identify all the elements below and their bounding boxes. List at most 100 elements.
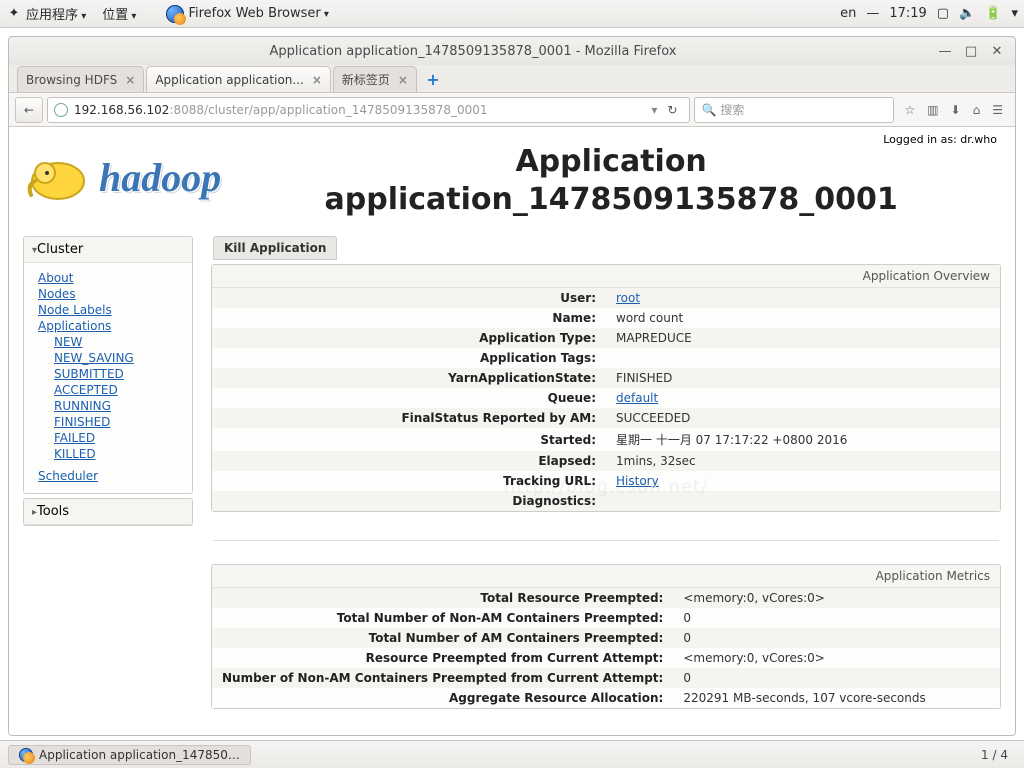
page-title: Application application_1478509135878_00… [221, 143, 1001, 218]
overview-val-started: 星期一 十一月 07 17:17:22 +0800 2016 [606, 428, 1000, 451]
overview-key-type: Application Type: [212, 328, 606, 348]
application-overview-panel: Application Overview http://blog.csdn.ne… [211, 264, 1001, 512]
menu-applications[interactable]: 应用程序 [26, 4, 86, 23]
sidebar-link-accepted[interactable]: ACCEPTED [54, 383, 118, 397]
sidebar-link-finished[interactable]: FINISHED [54, 415, 110, 429]
window-titlebar: Application application_1478509135878_00… [9, 37, 1015, 65]
firefox-launcher-label[interactable]: Firefox Web Browser [188, 6, 329, 21]
overview-key-user: User: [212, 288, 606, 308]
overview-key-queue: Queue: [212, 388, 606, 408]
hadoop-logo[interactable]: hadoop [23, 151, 221, 205]
sidebar-link-node-labels[interactable]: Node Labels [38, 303, 112, 317]
home-icon[interactable]: ⌂ [973, 103, 981, 117]
section-divider [213, 540, 999, 546]
tab-application[interactable]: Application application... × [146, 66, 331, 92]
overview-val-final: SUCCEEDED [606, 408, 1000, 428]
overview-val-name: word count [606, 308, 1000, 328]
search-icon: 🔍 [701, 103, 716, 117]
metrics-key: Aggregate Resource Allocation: [212, 688, 673, 708]
library-icon[interactable]: ▥ [927, 103, 938, 117]
battery-icon[interactable]: 🔋 [985, 6, 1001, 21]
overview-key-name: Name: [212, 308, 606, 328]
sidebar: Cluster About Nodes Node Labels Applicat… [23, 236, 193, 735]
sidebar-link-running[interactable]: RUNNING [54, 399, 111, 413]
bookmark-star-icon[interactable]: ☆ [904, 103, 915, 117]
metrics-val: 0 [673, 668, 1000, 688]
sidebar-link-killed[interactable]: KILLED [54, 447, 96, 461]
url-dropdown-icon[interactable]: ▾ [647, 103, 661, 117]
hadoop-page: Logged in as: dr.who hadoop Application … [9, 127, 1015, 735]
reload-button[interactable]: ↻ [661, 103, 683, 117]
window-close-button[interactable]: ✕ [987, 42, 1007, 60]
nav-toolbar: ← 192.168.56.102:8088/cluster/app/applic… [9, 93, 1015, 127]
tab-browsing-hdfs[interactable]: Browsing HDFS × [17, 66, 144, 92]
firefox-icon [19, 748, 33, 762]
tab-close-icon[interactable]: × [312, 73, 322, 87]
sidebar-link-new-saving[interactable]: NEW_SAVING [54, 351, 134, 365]
hamburger-menu-icon[interactable]: ☰ [992, 103, 1003, 117]
tab-label: Application application... [155, 73, 304, 87]
back-button[interactable]: ← [15, 97, 43, 123]
search-placeholder: 搜索 [720, 101, 744, 118]
login-status: Logged in as: dr.who [883, 133, 997, 146]
url-text: 192.168.56.102:8088/cluster/app/applicat… [74, 103, 647, 117]
overview-val-user[interactable]: root [616, 291, 640, 305]
sidebar-link-failed[interactable]: FAILED [54, 431, 95, 445]
metrics-val: 0 [673, 608, 1000, 628]
overview-key-started: Started: [212, 428, 606, 451]
overview-val-elapsed: 1mins, 32sec [606, 451, 1000, 471]
tab-label: 新标签页 [342, 71, 390, 88]
tab-close-icon[interactable]: × [125, 73, 135, 87]
tab-close-icon[interactable]: × [398, 73, 408, 87]
tab-newtab[interactable]: 新标签页 × [333, 66, 417, 92]
overview-key-tags: Application Tags: [212, 348, 606, 368]
metrics-key: Total Number of AM Containers Preempted: [212, 628, 673, 648]
sidebar-cluster-box: Cluster About Nodes Node Labels Applicat… [23, 236, 193, 494]
sidebar-link-submitted[interactable]: SUBMITTED [54, 367, 124, 381]
downloads-icon[interactable]: ⬇ [951, 103, 961, 117]
kill-application-button[interactable]: Kill Application [213, 236, 337, 260]
clock: 17:19 [889, 6, 926, 21]
menu-places[interactable]: 位置 [102, 4, 136, 23]
workspace-pager[interactable]: 1 / 4 [973, 748, 1016, 762]
metrics-val: 0 [673, 628, 1000, 648]
overview-val-queue[interactable]: default [616, 391, 658, 405]
sidebar-link-about[interactable]: About [38, 271, 73, 285]
sidebar-cluster-header[interactable]: Cluster [24, 237, 192, 263]
overview-val-state: FINISHED [606, 368, 1000, 388]
overview-panel-header: Application Overview [212, 265, 1000, 288]
window-maximize-button[interactable]: □ [961, 42, 981, 60]
sidebar-link-scheduler[interactable]: Scheduler [38, 469, 98, 483]
volume-icon[interactable]: 🔈 [959, 6, 975, 21]
sidebar-link-nodes[interactable]: Nodes [38, 287, 76, 301]
taskbar-running-app[interactable]: Application application_147850… [8, 745, 251, 765]
overview-val-tracking[interactable]: History [616, 474, 659, 488]
metrics-val: <memory:0, vCores:0> [673, 648, 1000, 668]
main-content: Kill Application Application Overview ht… [211, 236, 1001, 735]
universal-access-icon[interactable]: — [866, 6, 879, 21]
hadoop-elephant-icon [23, 151, 93, 205]
overview-key-elapsed: Elapsed: [212, 451, 606, 471]
desktop-top-panel: ✦ 应用程序 位置 Firefox Web Browser en — 17:19… [0, 0, 1024, 28]
page-viewport[interactable]: Logged in as: dr.who hadoop Application … [9, 127, 1015, 735]
sidebar-tools-header[interactable]: Tools [24, 499, 192, 525]
power-menu-icon[interactable]: ▾ [1011, 6, 1018, 21]
window-minimize-button[interactable]: — [935, 42, 955, 60]
sidebar-link-applications[interactable]: Applications [38, 319, 111, 333]
metrics-val: 220291 MB-seconds, 107 vcore-seconds [673, 688, 1000, 708]
display-icon[interactable]: ▢ [937, 6, 949, 21]
window-title: Application application_1478509135878_00… [17, 44, 929, 59]
metrics-key: Number of Non-AM Containers Preempted fr… [212, 668, 673, 688]
search-box[interactable]: 🔍 搜索 [694, 97, 894, 123]
desktop-taskbar: Application application_147850… 1 / 4 [0, 740, 1024, 768]
overview-key-tracking: Tracking URL: [212, 471, 606, 491]
language-indicator[interactable]: en [840, 6, 856, 21]
firefox-icon[interactable] [166, 5, 184, 23]
metrics-key: Resource Preempted from Current Attempt: [212, 648, 673, 668]
new-tab-button[interactable]: + [419, 66, 447, 92]
metrics-panel-header: Application Metrics [212, 565, 1000, 588]
address-bar[interactable]: 192.168.56.102:8088/cluster/app/applicat… [47, 97, 690, 123]
overview-val-type: MAPREDUCE [606, 328, 1000, 348]
sidebar-link-new[interactable]: NEW [54, 335, 82, 349]
overview-key-final: FinalStatus Reported by AM: [212, 408, 606, 428]
